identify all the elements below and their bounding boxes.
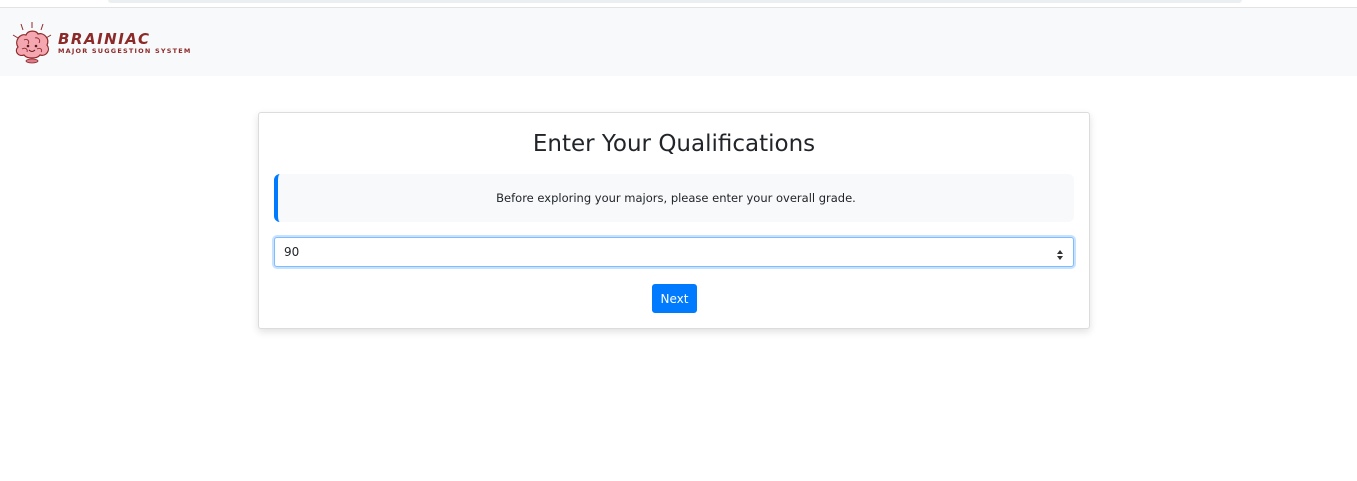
number-spinner-icon[interactable]	[1056, 246, 1064, 260]
page-title: Enter Your Qualifications	[532, 131, 816, 157]
next-button[interactable]: Next	[652, 284, 697, 313]
info-message: Before exploring your majors, please ent…	[496, 191, 856, 205]
navbar: BRAINIAC MAJOR SUGGESTION SYSTEM	[0, 8, 1357, 76]
grade-field[interactable]	[274, 237, 1074, 267]
brand-logo-link[interactable]: BRAINIAC MAJOR SUGGESTION SYSTEM	[10, 18, 192, 68]
grade-input[interactable]	[275, 238, 1055, 266]
browser-address-bar-edge	[108, 0, 1242, 3]
browser-top-strip	[0, 0, 1357, 8]
info-alert: Before exploring your majors, please ent…	[274, 174, 1074, 222]
qualifications-card: Enter Your Qualifications Before explori…	[258, 112, 1090, 329]
brand-name: BRAINIAC	[58, 29, 151, 48]
brand-text: BRAINIAC MAJOR SUGGESTION SYSTEM	[58, 31, 192, 56]
brain-icon	[10, 21, 54, 65]
brand-tagline: MAJOR SUGGESTION SYSTEM	[58, 46, 192, 55]
